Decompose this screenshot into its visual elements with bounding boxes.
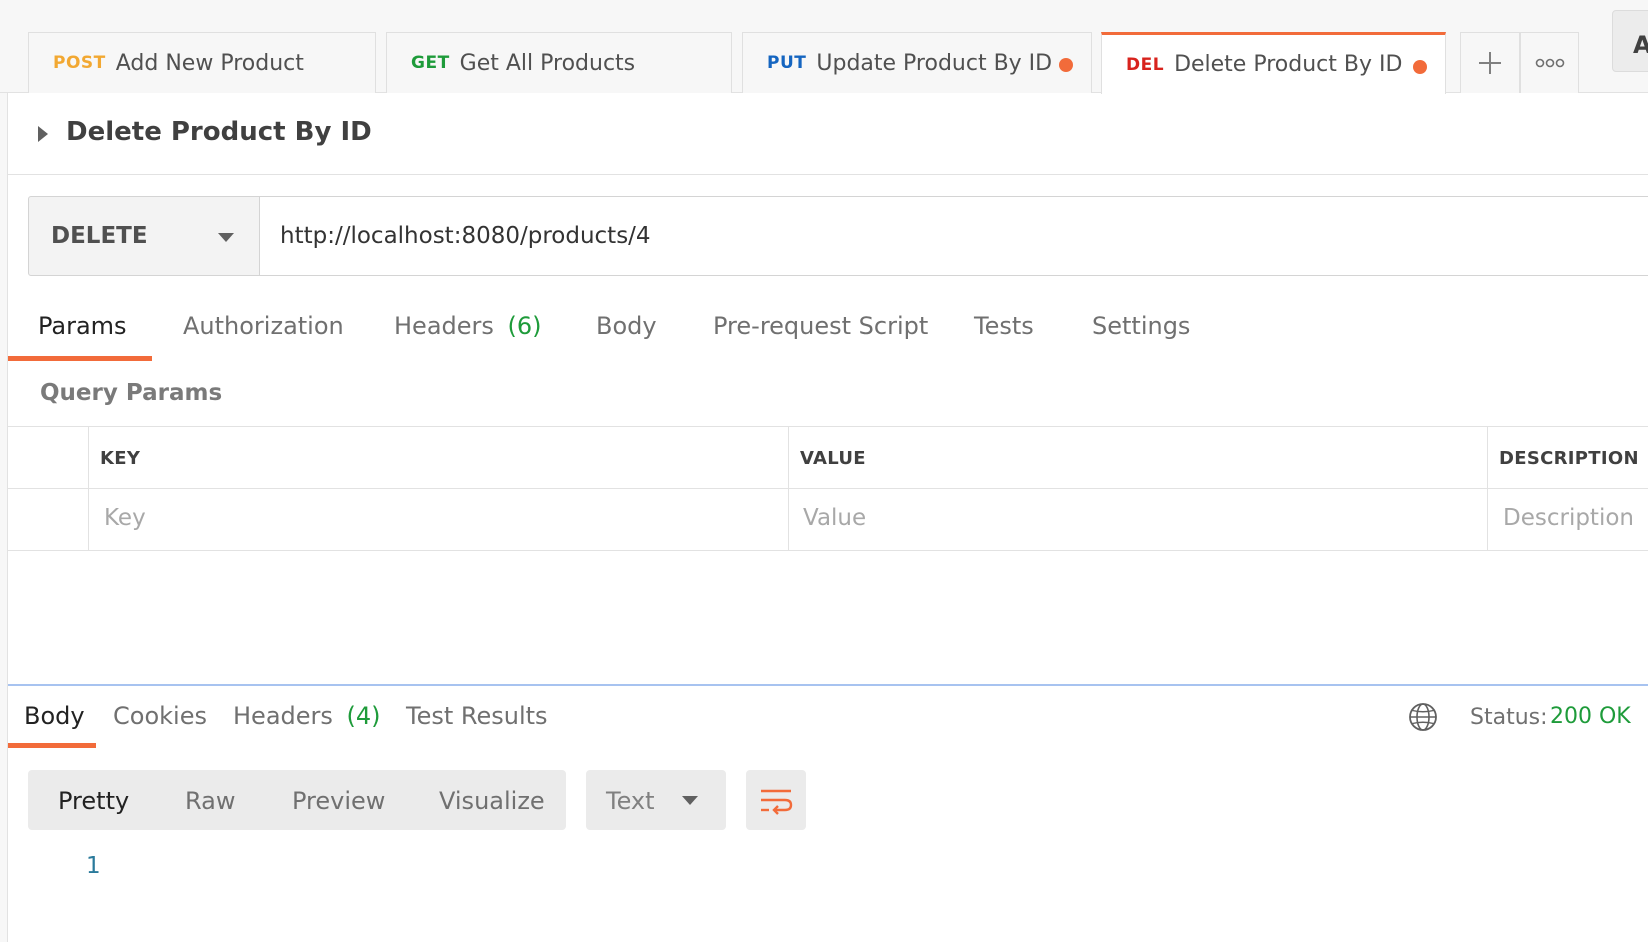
status-value: 200 OK	[1550, 704, 1631, 729]
sidebar-edge	[0, 93, 8, 942]
column-header-key: KEY	[100, 448, 141, 469]
line-number: 1	[86, 853, 101, 879]
more-horizontal-icon	[1535, 58, 1564, 68]
response-headers-count: (4)	[346, 702, 381, 730]
param-description-input[interactable]: Description	[1503, 505, 1634, 531]
tab-add-new-product[interactable]: POST Add New Product	[28, 32, 376, 93]
more-tabs-button[interactable]	[1520, 32, 1579, 93]
expand-triangle-icon[interactable]	[38, 126, 48, 142]
chevron-down-icon	[218, 233, 234, 242]
response-tab-cookies[interactable]: Cookies	[113, 702, 207, 730]
tab-settings[interactable]: Settings	[1092, 312, 1190, 340]
request-name[interactable]: Delete Product By ID	[66, 117, 372, 147]
active-tab-underline	[8, 743, 96, 748]
query-params-title: Query Params	[40, 380, 223, 406]
table-border-header	[8, 488, 1648, 489]
wrap-lines-icon	[761, 789, 793, 815]
tab-get-all-products[interactable]: GET Get All Products	[386, 32, 732, 93]
tab-authorization[interactable]: Authorization	[183, 312, 344, 340]
tab-params[interactable]: Params	[38, 312, 127, 340]
headers-count-badge: (6)	[507, 312, 542, 340]
tab-pre-request-script[interactable]: Pre-request Script	[713, 312, 928, 340]
new-tab-button[interactable]	[1460, 32, 1520, 93]
pane-splitter[interactable]	[8, 684, 1648, 686]
view-raw-button[interactable]: Raw	[185, 787, 235, 815]
tab-body[interactable]: Body	[596, 312, 657, 340]
plus-icon	[1479, 52, 1501, 74]
format-select-label: Text	[606, 787, 655, 815]
chevron-down-icon	[682, 796, 698, 805]
table-border-top	[8, 426, 1648, 427]
divider	[8, 174, 1648, 175]
view-visualize-button[interactable]: Visualize	[439, 787, 545, 815]
tab-delete-product-by-id[interactable]: DEL Delete Product By ID	[1101, 32, 1446, 94]
active-tab-underline	[8, 356, 152, 361]
environment-selector[interactable]: A	[1612, 10, 1648, 72]
view-pretty-button[interactable]: Pretty	[58, 787, 129, 815]
url-input[interactable]: http://localhost:8080/products/4	[259, 196, 1648, 276]
response-tab-headers-label: Headers	[233, 702, 333, 730]
unsaved-dot-icon	[1413, 60, 1427, 74]
param-value-input[interactable]: Value	[803, 505, 866, 531]
tab-title: Add New Product	[115, 50, 304, 76]
tab-title: Update Product By ID	[816, 50, 1053, 76]
column-header-description: DESCRIPTION	[1499, 448, 1639, 469]
table-border-bottom	[8, 550, 1648, 551]
column-header-value: VALUE	[800, 448, 866, 469]
globe-icon[interactable]	[1408, 702, 1438, 736]
status-label: Status:	[1470, 705, 1548, 730]
response-tab-body[interactable]: Body	[24, 702, 85, 730]
tab-update-product-by-id[interactable]: PUT Update Product By ID	[742, 32, 1092, 93]
method-badge-del: DEL	[1126, 54, 1165, 75]
response-tab-headers[interactable]: Headers (4)	[233, 702, 381, 730]
response-tab-test-results[interactable]: Test Results	[406, 702, 548, 730]
tab-tests[interactable]: Tests	[974, 312, 1034, 340]
param-key-input[interactable]: Key	[104, 505, 146, 531]
tab-headers-label: Headers	[394, 312, 494, 340]
tab-headers[interactable]: Headers (6)	[394, 312, 542, 340]
method-badge-put: PUT	[767, 53, 807, 73]
table-col-divider	[788, 426, 789, 550]
table-col-divider	[88, 426, 89, 550]
tab-title: Delete Product By ID	[1174, 52, 1403, 77]
view-preview-button[interactable]: Preview	[292, 787, 385, 815]
method-badge-get: GET	[411, 53, 450, 73]
tab-title: Get All Products	[459, 50, 636, 76]
wrap-lines-button[interactable]	[746, 770, 806, 830]
table-col-divider	[1487, 426, 1488, 550]
unsaved-dot-icon	[1059, 58, 1073, 72]
method-badge-post: POST	[53, 53, 106, 73]
